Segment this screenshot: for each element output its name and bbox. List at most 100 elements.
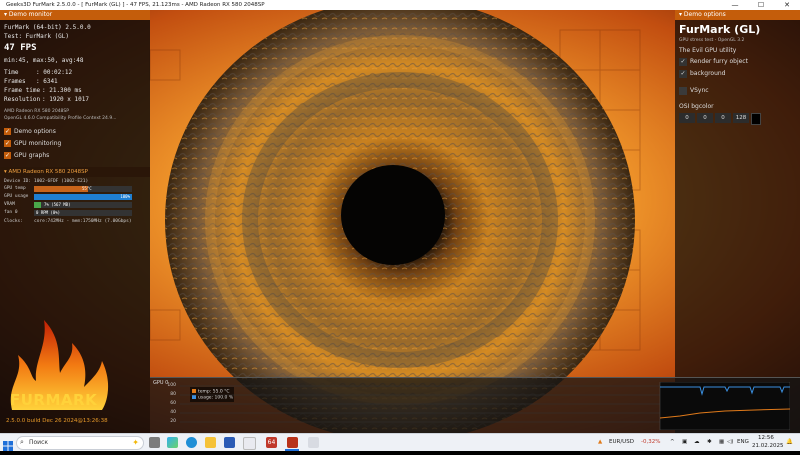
- gpu-monitoring-label: GPU monitoring: [14, 140, 62, 147]
- tray-app-icon[interactable]: ▣: [682, 434, 687, 451]
- demo-monitor-header[interactable]: ▾ Demo monitor: [0, 10, 150, 20]
- fps-value: 47 FPS: [4, 43, 37, 53]
- build-string: 2.5.0.0 build Dec 26 2024@13:26:38: [6, 418, 108, 424]
- gpu-graphs-toggle[interactable]: ✓ GPU graphs: [4, 151, 49, 161]
- axis-tick-100: 100: [167, 383, 176, 388]
- frametime-value: : 21.300 ms: [42, 87, 82, 94]
- close-button[interactable]: ✕: [774, 0, 800, 10]
- opengl-line: OpenGL 4.6.0 Compatibility Profile Conte…: [4, 116, 117, 121]
- clock-date[interactable]: 21.02.2025: [752, 438, 784, 455]
- graph-plot: [180, 382, 790, 430]
- bgcolor-b-field[interactable]: 0: [715, 113, 731, 123]
- axis-tick-20: 20: [170, 419, 176, 424]
- gpu-graphs-label: GPU graphs: [14, 152, 50, 159]
- axis-tick-60: 60: [170, 401, 176, 406]
- gpu-usage-bar: 100%: [34, 194, 132, 200]
- network-icon[interactable]: ▦: [719, 434, 724, 451]
- chevron-down-icon: ▾: [4, 169, 7, 175]
- demo-options-label: Demo options: [14, 128, 56, 135]
- frames-value: : 6341: [36, 78, 58, 85]
- gpu-monitoring-toggle[interactable]: ✓ GPU monitoring: [4, 139, 61, 149]
- gpu-name: AMD Radeon RX 580 2048SP: [8, 169, 88, 175]
- search-icon: ⌕: [20, 438, 24, 446]
- tray-overflow-icon[interactable]: ^: [670, 434, 675, 451]
- language-indicator[interactable]: ENG: [737, 434, 749, 451]
- edge-icon[interactable]: [186, 437, 197, 448]
- taskbar-search[interactable]: ⌕ Поиск ✦: [16, 436, 144, 450]
- clocks-label: Clocks:: [4, 219, 23, 224]
- copilot-icon[interactable]: [167, 437, 178, 448]
- vsync-box: [679, 86, 687, 95]
- task-view-icon[interactable]: [149, 437, 160, 448]
- demo-subtitle: GPU stress test - OpenGL 3.2: [679, 38, 745, 43]
- vram-bar: 7% (567 MB): [34, 202, 132, 208]
- currency-change: -0,32%: [641, 439, 661, 445]
- minimize-button[interactable]: —: [722, 0, 748, 10]
- fan-bar: 0 RPM (0%): [34, 210, 132, 216]
- bluetooth-icon[interactable]: ✱: [707, 434, 712, 451]
- render-furry-label: Render furry object: [690, 58, 748, 65]
- gpu-temp-label: GPU temp: [4, 186, 26, 191]
- vsync-toggle[interactable]: VSync: [679, 86, 709, 95]
- store-icon[interactable]: [243, 437, 256, 450]
- device-id-label: Device ID:: [4, 179, 32, 184]
- bgcolor-g-field[interactable]: 0: [697, 113, 713, 123]
- logo-wordmark: FURMARK: [10, 391, 98, 409]
- demo-options-title: Demo options: [683, 11, 726, 18]
- check-icon: ✓: [679, 69, 687, 78]
- notification-bell-icon[interactable]: 🔔: [786, 434, 793, 451]
- background-toggle[interactable]: ✓ background: [679, 69, 726, 78]
- gpu-graph: GPU 0 100 80 60 40 20 temp: 55.0 °C usag…: [150, 377, 800, 434]
- furmark-logo: FURMARK: [4, 315, 114, 425]
- check-icon: ✓: [4, 128, 11, 135]
- demo-monitor-title: Demo monitor: [8, 11, 53, 18]
- demo-options-panel: ▾ Demo options FurMark (GL) GPU stress t…: [675, 10, 800, 433]
- test-name-line: Test: FurMark (GL): [4, 33, 70, 40]
- axis-tick-80: 80: [170, 392, 176, 397]
- bgcolor-label: OSI bgcolor: [679, 103, 714, 110]
- bgcolor-swatch[interactable]: [751, 113, 761, 125]
- graph-window: [659, 382, 790, 430]
- time-value: : 00:02:12: [36, 69, 73, 76]
- gpu-temp-value: 55°C: [82, 186, 92, 191]
- volume-icon[interactable]: ◁): [727, 434, 733, 451]
- app-64-icon[interactable]: 64: [266, 437, 277, 448]
- bgcolor-a-field[interactable]: 128: [733, 113, 749, 123]
- background-label: background: [690, 70, 726, 77]
- check-icon: ✓: [679, 57, 687, 66]
- search-placeholder: Поиск: [29, 439, 49, 446]
- demo-options-header[interactable]: ▾ Demo options: [675, 10, 800, 20]
- window-title: Geeks3D FurMark 2.5.0.0 - [ FurMark (GL)…: [6, 2, 265, 8]
- bgcolor-r-field[interactable]: 0: [679, 113, 695, 123]
- fan-label: fan 0: [4, 210, 18, 215]
- app-taskbar-icon[interactable]: [308, 437, 319, 448]
- demo-title: FurMark (GL): [679, 23, 761, 36]
- fan-value: 0 RPM (0%): [36, 210, 61, 215]
- frames-label: Frames: [4, 78, 26, 85]
- demo-options-toggle[interactable]: ✓ Demo options: [4, 127, 56, 137]
- gpu-usage-value: 100%: [120, 194, 130, 199]
- vram-label: VRAM: [4, 202, 15, 207]
- gpu-section-header[interactable]: ▾ AMD Radeon RX 580 2048SP: [0, 167, 150, 177]
- gpu-temp-bar: 55°C: [34, 186, 132, 192]
- axis-tick-40: 40: [170, 410, 176, 415]
- onedrive-icon[interactable]: ☁: [694, 434, 700, 451]
- time-label: Time: [4, 69, 19, 76]
- check-icon: ✓: [4, 140, 11, 147]
- maximize-button[interactable]: ☐: [748, 0, 774, 10]
- device-id-value: 1002-6FDF (1002-E21): [34, 179, 89, 184]
- renderer-line: AMD Radeon RX 580 2048SP: [4, 109, 69, 114]
- file-explorer-icon[interactable]: [205, 437, 216, 448]
- copilot-sparkle-icon: ✦: [132, 438, 139, 447]
- check-icon: ✓: [4, 152, 11, 159]
- fps-minmax: min:45, max:50, avg:48: [4, 57, 84, 64]
- start-button[interactable]: [3, 436, 13, 451]
- currency-pair[interactable]: EUR/USD: [609, 434, 634, 451]
- taskbar: ⌕ Поиск ✦ 64 ▲ EUR/USD -0,32% ^ ▣ ☁ ✱ ▦ …: [0, 433, 800, 451]
- furmark-taskbar-icon[interactable]: [287, 437, 298, 448]
- resolution-value: : 1920 x 1017: [42, 96, 89, 103]
- mail-icon[interactable]: [224, 437, 235, 448]
- render-furry-toggle[interactable]: ✓ Render furry object: [679, 57, 748, 66]
- demo-tagline: The Evil GPU utility: [679, 47, 737, 54]
- vram-value: 7% (567 MB): [44, 202, 71, 207]
